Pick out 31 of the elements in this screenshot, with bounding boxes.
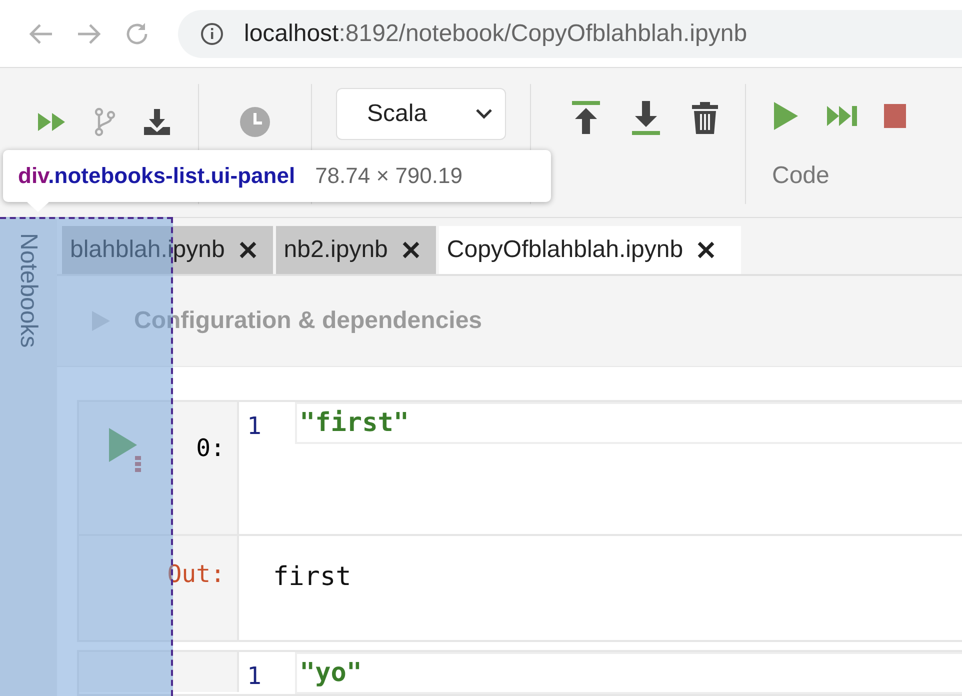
back-icon[interactable] [28,22,54,46]
reload-icon[interactable] [124,20,150,46]
close-icon[interactable] [238,241,257,259]
line-number: 1 [247,661,262,690]
clock-icon[interactable] [239,106,271,138]
info-icon[interactable] [200,22,224,46]
trash-icon[interactable] [691,102,719,134]
notebook-tab[interactable]: CopyOfblahblah.ipynb [438,226,742,274]
code-line: "yo" [295,652,962,694]
close-icon[interactable] [402,241,420,259]
move-to-top-icon[interactable] [571,101,601,135]
branch-icon[interactable] [94,107,116,137]
address-field[interactable]: localhost:8192/notebook/CopyOfblahblah.ipynb [178,10,962,58]
forward-icon[interactable] [76,22,102,46]
download-icon[interactable] [142,107,172,137]
notebook-tab[interactable]: nb2.ipynb [276,226,436,274]
element-selector: div.notebooks-list.ui-panel [18,163,296,189]
move-to-bottom-icon[interactable] [631,101,661,135]
chevron-down-icon [475,108,493,120]
line-number: 1 [247,411,262,440]
code-editor[interactable]: 1 "first" [239,402,962,534]
run-icon[interactable] [772,100,800,132]
code-line: "first" [295,402,962,444]
execution-count: 0: [196,434,225,462]
toolbar-section-label: Code [772,162,830,190]
language-select[interactable]: Scala [336,88,506,140]
close-icon[interactable] [697,241,716,259]
element-size: 78.74 × 790.19 [315,163,462,189]
output-text: first [273,562,352,592]
run-to-end-icon[interactable] [826,105,858,127]
output-prompt: Out: [167,560,225,588]
